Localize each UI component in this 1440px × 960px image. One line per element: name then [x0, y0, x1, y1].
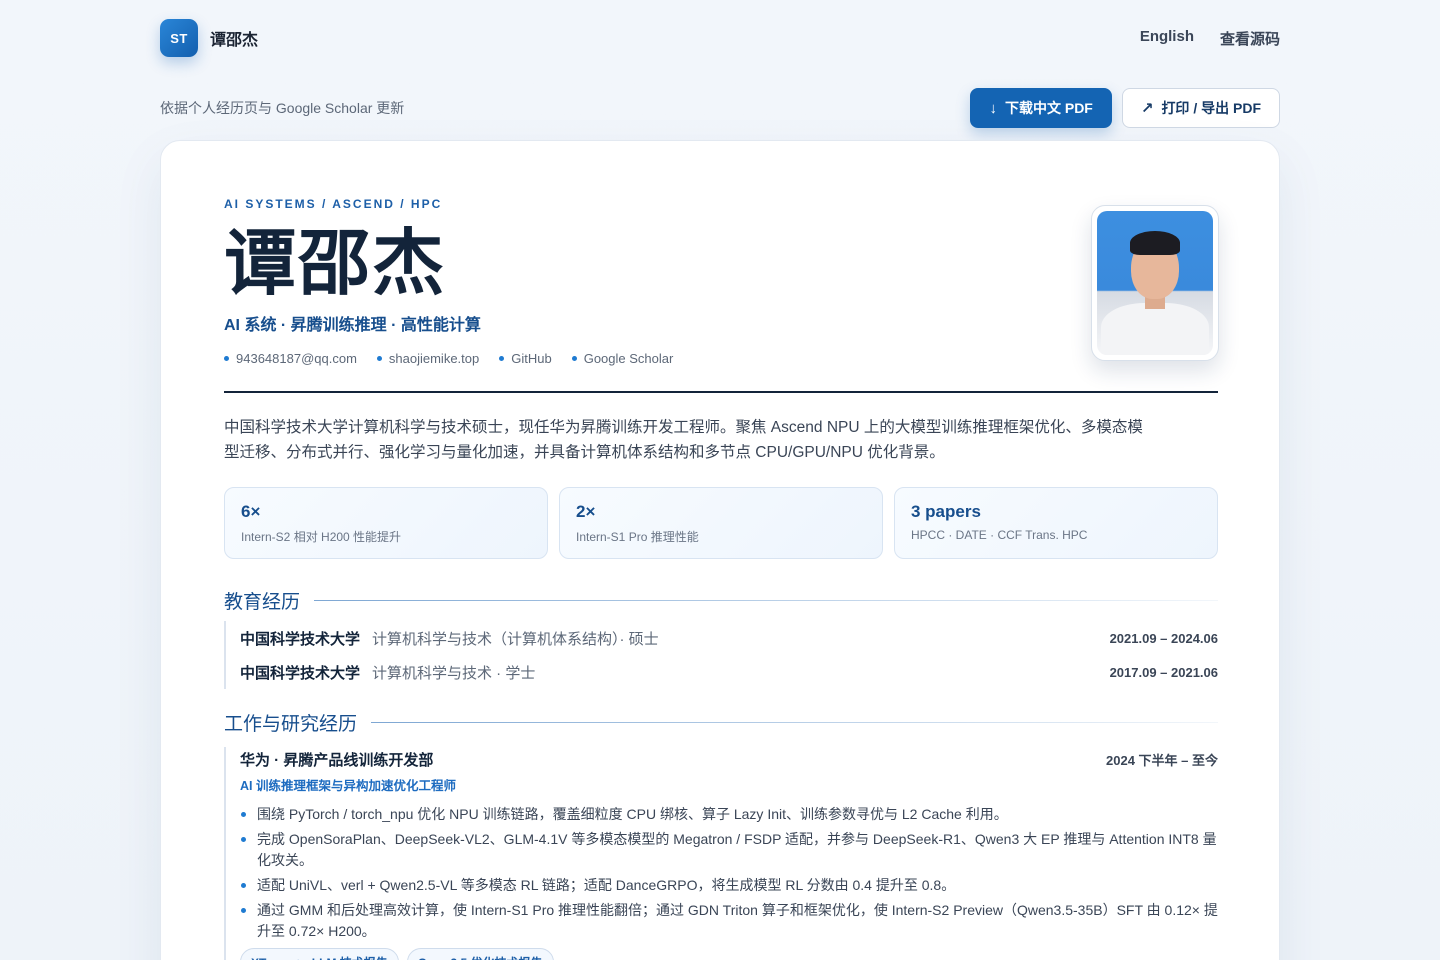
portrait-hair: [1130, 231, 1180, 255]
top-nav: English 查看源码: [1140, 28, 1280, 49]
education-list: 中国科学技术大学 计算机科学与技术（计算机体系结构）· 硕士 2021.09 –…: [224, 621, 1218, 689]
bullet-dot-icon: [224, 356, 229, 361]
metric-card: 6× Intern-S2 相对 H200 性能提升: [224, 487, 548, 559]
brand-badge: ST: [160, 19, 198, 57]
contact-scholar-text: Google Scholar: [583, 351, 674, 366]
bullet-dot-icon: [571, 356, 577, 361]
edu-major: 计算机科学与技术（计算机体系结构）· 硕士: [372, 630, 659, 648]
kicker: AI SYSTEMS / ASCEND / HPC: [224, 197, 443, 211]
metric-value: 2×: [576, 502, 596, 521]
edu-school: 中国科学技术大学: [240, 630, 361, 648]
portrait-shirt: [1101, 303, 1209, 355]
tag-xtuner-report[interactable]: XTuner + vLLM 技术报告: [240, 948, 399, 960]
download-arrow-icon: ↓: [989, 99, 997, 117]
work-date: 2024 下半年 – 至今: [1106, 752, 1218, 768]
section-divider: [314, 600, 1218, 601]
contact-github-text: GitHub: [511, 351, 552, 366]
bullet-dot-icon: [376, 356, 382, 361]
top-bar: ST 谭邵杰 English 查看源码: [160, 18, 1280, 58]
actions: ↓ 下载中文 PDF ↗ 打印 / 导出 PDF: [970, 88, 1280, 128]
tagline: AI 系统 · 昇腾训练推理 · 高性能计算: [224, 317, 481, 334]
contact-website[interactable]: shaojiemike.top: [376, 351, 480, 366]
work-entry: 华为 · 昇腾产品线训练开发部 2024 下半年 – 至今 AI 训练推理框架与…: [224, 747, 1218, 960]
metric-label: Intern-S1 Pro 推理性能: [576, 530, 699, 544]
list-item: 适配 UniVL、verl + Qwen2.5-VL 等多模态 RL 链路；适配…: [240, 875, 1218, 896]
update-note: 依据个人经历页与 Google Scholar 更新: [160, 100, 405, 116]
work-org: 华为 · 昇腾产品线训练开发部: [240, 751, 434, 769]
contact-scholar[interactable]: Google Scholar: [571, 351, 674, 366]
contact-website-text: shaojiemike.top: [388, 351, 480, 366]
metric-value: 6×: [241, 502, 261, 521]
edu-major: 计算机科学与技术 · 学士: [372, 664, 536, 682]
metric-label: HPCC · DATE · CCF Trans. HPC: [911, 528, 1088, 542]
edu-date: 2017.09 – 2021.06: [1109, 664, 1218, 680]
download-pdf-label: 下载中文 PDF: [1004, 100, 1093, 116]
contact-email-text: 943648187@qq.com: [236, 351, 357, 366]
person-name: 谭邵杰: [224, 220, 447, 305]
edu-school: 中国科学技术大学: [240, 664, 361, 682]
nav-english-link[interactable]: English: [1140, 28, 1194, 49]
education-row: 中国科学技术大学 计算机科学与技术（计算机体系结构）· 硕士 2021.09 –…: [240, 621, 1218, 655]
resume-card: AI SYSTEMS / ASCEND / HPC 谭邵杰 AI 系统 · 昇腾…: [160, 140, 1280, 960]
list-item: 通过 GMM 和后处理高效计算，使 Intern-S1 Pro 推理性能翻倍；通…: [240, 900, 1218, 942]
portrait-image: [1097, 211, 1213, 355]
print-pdf-button[interactable]: ↗ 打印 / 导出 PDF: [1121, 88, 1280, 128]
work-bullets: 围绕 PyTorch / torch_npu 优化 NPU 训练链路，覆盖细粒度…: [240, 804, 1218, 942]
bullet-dot-icon: [499, 356, 505, 361]
list-item: 围绕 PyTorch / torch_npu 优化 NPU 训练链路，覆盖细粒度…: [240, 804, 1218, 825]
header-divider: [224, 391, 1218, 393]
work-title: 工作与研究经历: [224, 713, 358, 735]
metrics: 6× Intern-S2 相对 H200 性能提升 2× Intern-S1 P…: [224, 487, 1218, 559]
list-item: 完成 OpenSoraPlan、DeepSeek-VL2、GLM-4.1V 等多…: [240, 829, 1218, 871]
report-tags: XTuner + vLLM 技术报告 Qwen3.5 优化技术报告: [240, 948, 1218, 960]
nav-source-link[interactable]: 查看源码: [1220, 28, 1280, 49]
print-pdf-label: 打印 / 导出 PDF: [1161, 100, 1261, 116]
profile-photo: [1091, 205, 1219, 361]
download-pdf-button[interactable]: ↓ 下载中文 PDF: [970, 88, 1112, 128]
section-divider: [371, 722, 1218, 723]
contact-github[interactable]: GitHub: [499, 351, 552, 366]
contacts: 943648187@qq.com shaojiemike.top GitHub …: [224, 351, 673, 366]
education-title: 教育经历: [224, 591, 301, 613]
education-heading: 教育经历: [224, 587, 1218, 614]
tag-qwen-report[interactable]: Qwen3.5 优化技术报告: [406, 948, 554, 960]
work-heading: 工作与研究经历: [224, 709, 1218, 736]
work-role: AI 训练推理框架与异构加速优化工程师: [240, 779, 456, 793]
metric-label: Intern-S2 相对 H200 性能提升: [241, 530, 402, 544]
external-arrow-icon: ↗: [1140, 100, 1154, 117]
metric-card: 2× Intern-S1 Pro 推理性能: [559, 487, 883, 559]
summary: 中国科学技术大学计算机科学与技术硕士，现任华为昇腾训练开发工程师。聚焦 Asce…: [224, 419, 1143, 461]
metric-card: 3 papers HPCC · DATE · CCF Trans. HPC: [894, 487, 1218, 559]
brand-name: 谭邵杰: [210, 32, 259, 49]
contact-email[interactable]: 943648187@qq.com: [224, 351, 357, 366]
edu-date: 2021.09 – 2024.06: [1109, 630, 1218, 646]
metric-value: 3 papers: [911, 502, 981, 521]
brand[interactable]: ST 谭邵杰: [160, 19, 258, 57]
sub-bar: 依据个人经历页与 Google Scholar 更新 ↓ 下载中文 PDF ↗ …: [160, 88, 1280, 128]
education-row: 中国科学技术大学 计算机科学与技术 · 学士 2017.09 – 2021.06: [240, 655, 1218, 689]
